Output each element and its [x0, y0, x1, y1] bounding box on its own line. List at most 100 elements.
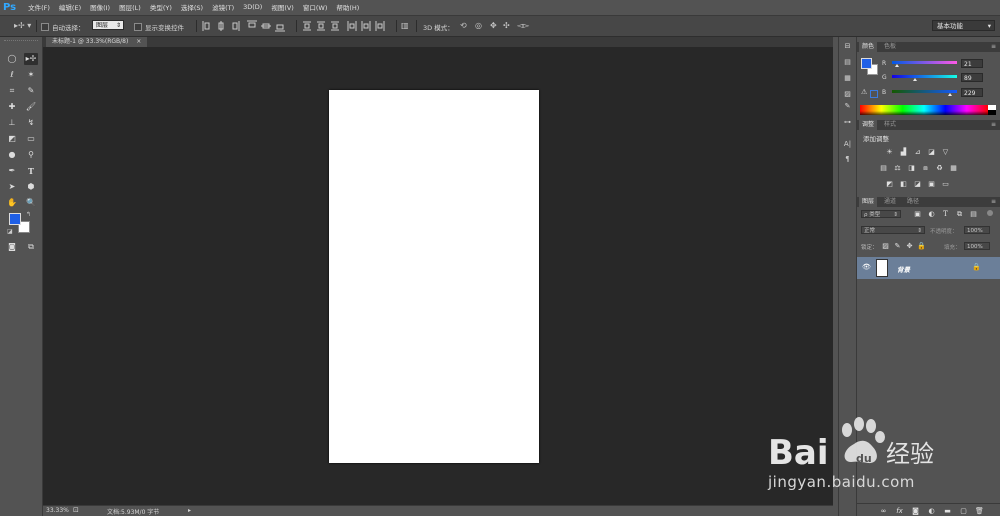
menu-image[interactable]: 图像(I) — [90, 2, 110, 12]
tab-color[interactable]: 颜色 — [859, 42, 878, 52]
screen-mode-icon[interactable]: ⧉ — [24, 241, 38, 253]
lock-image-icon[interactable]: ✎ — [893, 242, 902, 250]
auto-select-checkbox[interactable] — [41, 23, 49, 31]
lock-position-icon[interactable]: ✥ — [905, 242, 914, 250]
curves-icon[interactable]: ⊿ — [913, 148, 922, 156]
clone-stamp-tool-icon[interactable]: ⊥ — [5, 117, 19, 129]
tool-presets-panel-icon[interactable]: ⊶ — [842, 117, 853, 128]
info-panel-icon[interactable]: ▨ — [842, 89, 853, 100]
panel-menu-icon[interactable]: ≡ — [991, 42, 996, 52]
move-tool-icon[interactable]: ▸✢ — [24, 53, 38, 65]
healing-brush-tool-icon[interactable]: ✚ — [5, 101, 19, 113]
workspace-dropdown[interactable]: 基本功能 ▾ — [932, 20, 995, 31]
foreground-color-swatch-top[interactable] — [9, 213, 21, 225]
menu-window[interactable]: 窗口(W) — [303, 2, 328, 12]
link-layers-icon[interactable]: ∞ — [879, 507, 888, 515]
dodge-tool-icon[interactable]: ⚲ — [24, 149, 38, 161]
channel-b-thumb[interactable] — [948, 93, 953, 96]
channel-g-slider[interactable] — [892, 75, 957, 78]
pen-tool-icon[interactable]: ✒ — [5, 165, 19, 177]
menu-edit[interactable]: 编辑(E) — [59, 2, 81, 12]
filter-adjustment-icon[interactable]: ◐ — [927, 210, 936, 218]
channel-r-slider[interactable] — [892, 61, 957, 64]
color-spectrum-bar[interactable] — [860, 105, 988, 115]
menu-file[interactable]: 文件(F) — [28, 2, 50, 12]
magic-wand-tool-icon[interactable]: ✶ — [24, 69, 38, 81]
brush-tool-icon[interactable]: 🖌 — [24, 101, 38, 113]
filter-shape-icon[interactable]: ⧉ — [955, 210, 964, 218]
filter-smart-object-icon[interactable]: ▤ — [969, 210, 978, 218]
3d-roll-icon[interactable]: ◎ — [475, 21, 482, 31]
color-balance-icon[interactable]: ⚖ — [893, 164, 902, 172]
black-white-icon[interactable]: ◨ — [907, 164, 916, 172]
history-panel-icon[interactable]: ⊟ — [842, 41, 853, 52]
tab-channels[interactable]: 通道 — [881, 197, 899, 207]
swap-colors-icon[interactable]: ↰ — [26, 211, 31, 218]
align-icons[interactable] — [202, 20, 292, 32]
3d-scale-icon[interactable]: ◅▻ — [517, 21, 529, 31]
hand-tool-icon[interactable]: ✋ — [5, 197, 19, 209]
filter-type-icon[interactable]: T — [941, 210, 950, 218]
selective-color-icon[interactable]: ▣ — [927, 180, 936, 188]
menu-type[interactable]: 类型(Y) — [150, 2, 172, 12]
blend-mode-dropdown[interactable]: 正常 ⇕ — [861, 226, 925, 234]
canvas-area[interactable] — [43, 47, 833, 505]
path-selection-tool-icon[interactable]: ➤ — [5, 181, 19, 193]
threshold-icon[interactable]: ◪ — [913, 180, 922, 188]
new-layer-icon[interactable]: ▢ — [959, 507, 968, 515]
exposure-icon[interactable]: ◪ — [927, 148, 936, 156]
eraser-tool-icon[interactable]: ◩ — [5, 133, 19, 145]
move-tool-preset-icon[interactable]: ▸✢ ▾ — [14, 21, 31, 31]
gradient-tool-icon[interactable]: ▭ — [24, 133, 38, 145]
menu-filter[interactable]: 滤镜(T) — [212, 2, 234, 12]
brush-panel-icon[interactable]: ✎ — [842, 101, 853, 112]
panel-menu-icon[interactable]: ≡ — [991, 197, 996, 207]
history-brush-tool-icon[interactable]: ↯ — [24, 117, 38, 129]
layer-name[interactable]: 背景 — [897, 264, 910, 274]
add-mask-icon[interactable]: ◙ — [911, 507, 920, 515]
menu-layer[interactable]: 图层(L) — [119, 2, 141, 12]
channel-mixer-icon[interactable]: ♻ — [935, 164, 944, 172]
toolbox-grip[interactable] — [4, 40, 38, 43]
delete-layer-icon[interactable]: 🗑 — [975, 507, 984, 515]
posterize-icon[interactable]: ◧ — [899, 180, 908, 188]
layer-filter-kind-dropdown[interactable]: ρ 类型 ⇕ — [861, 210, 901, 218]
black-white-ramp[interactable] — [988, 105, 996, 115]
brush-presets-panel-icon[interactable]: ▤ — [842, 57, 853, 68]
fill-input[interactable]: 100% — [964, 242, 990, 250]
auto-select-dropdown[interactable]: 图层 ⇕ — [92, 20, 124, 30]
visibility-eye-icon[interactable]: 👁 — [862, 263, 871, 271]
quick-mask-icon[interactable]: ◙ — [5, 241, 19, 253]
elliptical-marquee-tool-icon[interactable]: ◯ — [5, 53, 19, 65]
color-lookup-icon[interactable]: ▦ — [949, 164, 958, 172]
photo-filter-icon[interactable]: ⧈ — [921, 164, 930, 172]
menu-view[interactable]: 视图(V) — [271, 2, 294, 12]
panel-menu-icon[interactable]: ≡ — [991, 120, 996, 130]
channel-r-thumb[interactable] — [895, 64, 900, 67]
zoom-level[interactable]: 33.33% — [46, 507, 69, 514]
new-adjustment-layer-icon[interactable]: ◐ — [927, 507, 936, 515]
tab-swatches[interactable]: 色板 — [881, 42, 899, 52]
channel-r-value[interactable]: 21 — [961, 59, 983, 68]
status-info-icon[interactable]: ⊡ — [73, 506, 79, 514]
opacity-input[interactable]: 100% — [964, 226, 990, 234]
status-menu-arrow-icon[interactable]: ▸ — [188, 507, 191, 514]
3d-rotate-icon[interactable]: ⟲ — [460, 21, 467, 31]
hue-saturation-icon[interactable]: ▤ — [879, 164, 888, 172]
distribute-icons[interactable] — [302, 20, 394, 32]
layer-row-background[interactable]: 👁 背景 🔒 — [857, 257, 1000, 279]
invert-icon[interactable]: ◩ — [885, 180, 894, 188]
default-colors-icon[interactable]: ◪ — [7, 228, 13, 235]
new-group-icon[interactable]: ▬ — [943, 507, 952, 515]
vibrance-icon[interactable]: ▽ — [941, 148, 950, 156]
menu-help[interactable]: 帮助(H) — [336, 2, 359, 12]
menu-select[interactable]: 选择(S) — [181, 2, 203, 12]
close-icon[interactable]: × — [136, 38, 141, 45]
tab-styles[interactable]: 样式 — [881, 120, 899, 130]
lock-all-icon[interactable]: 🔒 — [917, 242, 926, 250]
color-panel-foreground-swatch[interactable] — [861, 58, 872, 69]
channel-g-thumb[interactable] — [912, 78, 917, 81]
channel-b-slider[interactable] — [892, 90, 957, 93]
lock-transparent-icon[interactable]: ▨ — [881, 242, 890, 250]
menu-3d[interactable]: 3D(D) — [243, 3, 262, 11]
